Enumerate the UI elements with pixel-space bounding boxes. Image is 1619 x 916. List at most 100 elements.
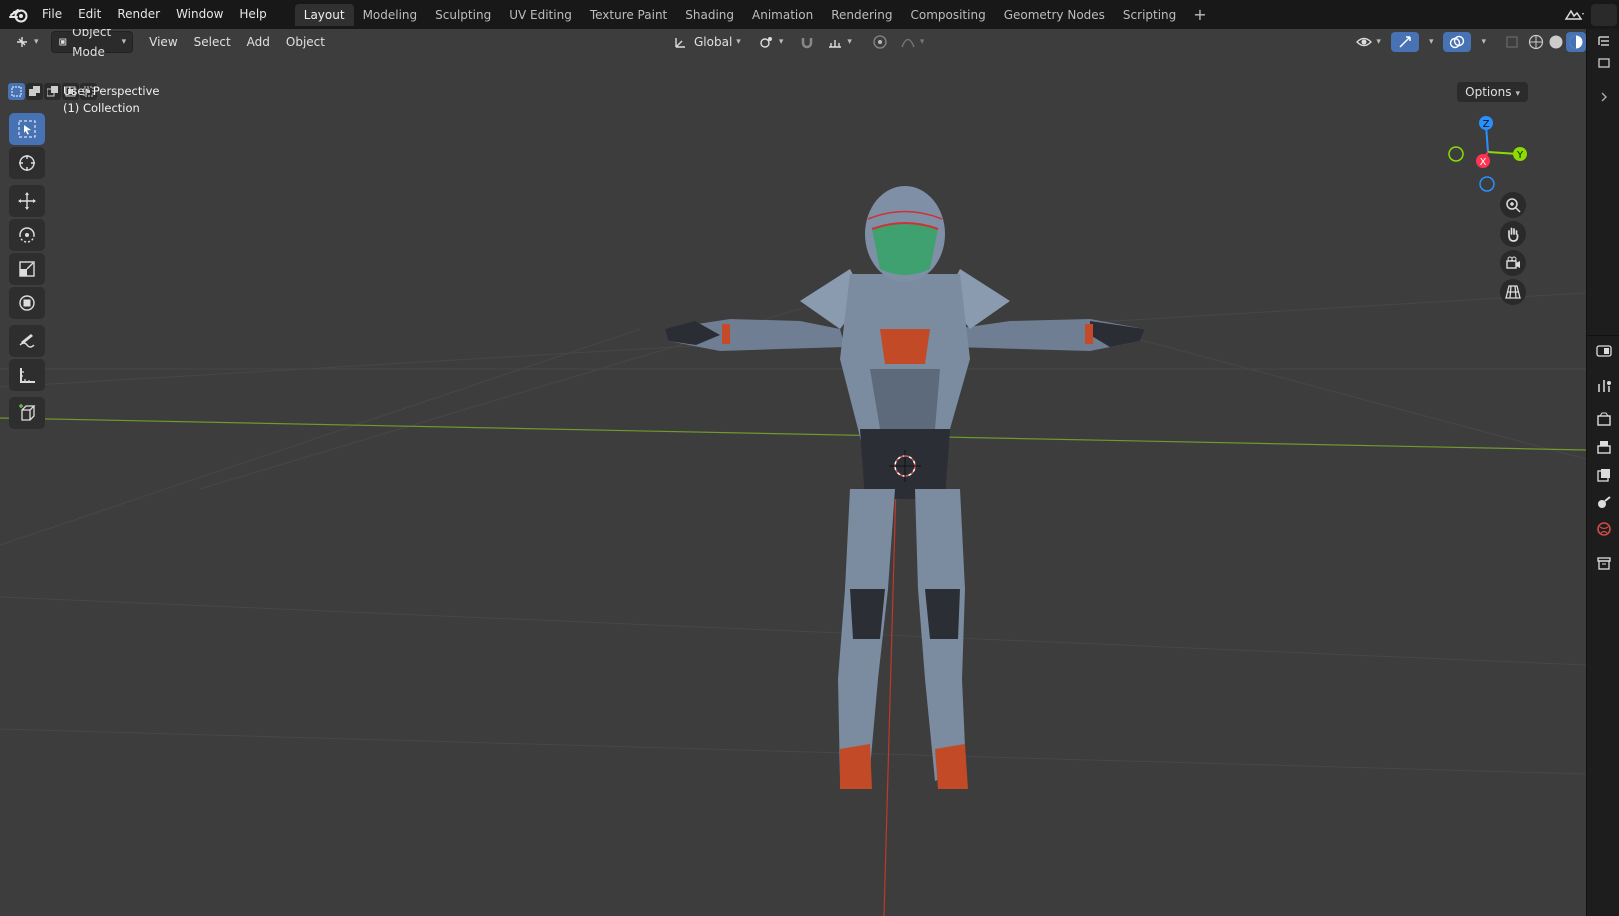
solid-icon: [1549, 35, 1563, 49]
options-label: Options: [1465, 85, 1512, 99]
cursor-tool[interactable]: [9, 147, 45, 179]
add-workspace-button[interactable]: +: [1185, 5, 1214, 24]
annotate-tool[interactable]: [9, 325, 45, 357]
neg-y-axis-handle: [1448, 146, 1464, 162]
falloff-dropdown[interactable]: ▾: [894, 32, 931, 52]
editor-type-button[interactable]: ▾: [8, 32, 45, 52]
view-menu[interactable]: View: [143, 32, 183, 52]
gizmos-dropdown[interactable]: ▾: [1419, 32, 1440, 52]
proportional-editing-toggle[interactable]: [866, 32, 894, 52]
pivot-point-dropdown[interactable]: ▾: [753, 32, 790, 52]
menu-help[interactable]: Help: [231, 0, 274, 29]
visibility-dropdown[interactable]: ▾: [1350, 32, 1387, 52]
shading-solid[interactable]: [1546, 32, 1566, 52]
menu-file[interactable]: File: [34, 0, 70, 29]
measure-icon: [20, 368, 35, 383]
neg-z-axis-handle: [1479, 176, 1495, 192]
camera-icon[interactable]: [1500, 250, 1526, 276]
menu-window[interactable]: Window: [168, 0, 231, 29]
scene-name-field[interactable]: [1591, 3, 1617, 26]
view-layer-properties-icon[interactable]: [1587, 463, 1619, 487]
x-axis-label: X: [1480, 157, 1487, 168]
add-cube-tool[interactable]: [9, 397, 45, 429]
world-properties-icon[interactable]: [1587, 517, 1619, 541]
tab-layout[interactable]: Layout: [294, 3, 354, 26]
cursor-icon: [19, 155, 35, 171]
tab-shading[interactable]: Shading: [676, 4, 743, 26]
viewport-header: ▾ Object Mode ▾ View Select Add Object G…: [0, 29, 1586, 59]
viewport-info: User Perspective (1) Collection: [63, 83, 159, 117]
menu-render[interactable]: Render: [109, 0, 168, 29]
tab-compositing[interactable]: Compositing: [901, 4, 994, 26]
select-box-icon: [18, 120, 36, 138]
mode-dropdown[interactable]: Object Mode ▾: [50, 29, 134, 59]
measure-tool[interactable]: [9, 359, 45, 391]
3d-viewport[interactable]: ▾ Object Mode ▾ View Select Add Object G…: [0, 29, 1586, 916]
scene-selector: [1557, 0, 1619, 29]
scene-icon[interactable]: [1557, 4, 1591, 26]
rotate-tool[interactable]: [9, 219, 45, 251]
proportional-icon: [873, 35, 887, 49]
options-dropdown[interactable]: Options ▾: [1457, 82, 1528, 102]
tab-animation[interactable]: Animation: [743, 4, 822, 26]
add-menu[interactable]: Add: [241, 32, 276, 52]
magnet-icon: [802, 38, 813, 49]
output-properties-icon[interactable]: [1587, 435, 1619, 459]
tab-texture-paint[interactable]: Texture Paint: [581, 4, 676, 26]
overlays-toggle[interactable]: [1443, 32, 1472, 52]
properties-tab-strip: [1586, 29, 1619, 916]
object-menu[interactable]: Object: [280, 32, 331, 52]
tool-properties-icon[interactable]: [1587, 374, 1619, 398]
tab-rendering[interactable]: Rendering: [822, 4, 901, 26]
material-preview-icon: [1569, 35, 1583, 49]
select-menu[interactable]: Select: [188, 32, 237, 52]
snap-toggle[interactable]: [793, 32, 821, 52]
gizmo-icon: [1399, 36, 1411, 48]
editor-type-icon: [17, 37, 27, 47]
scene-properties-icon[interactable]: [1587, 490, 1619, 514]
blender-logo-icon[interactable]: [4, 0, 34, 29]
zoom-icon[interactable]: [1500, 192, 1526, 218]
tab-modeling[interactable]: Modeling: [354, 4, 427, 26]
eye-icon: [1356, 37, 1373, 47]
overlays-icon: [1450, 35, 1465, 49]
snap-target-dropdown[interactable]: ▾: [821, 32, 858, 52]
xray-toggle[interactable]: [1498, 32, 1526, 52]
annotate-icon: [19, 334, 35, 348]
transform-orientation-dropdown[interactable]: Global ▾: [667, 32, 747, 52]
grid-icon[interactable]: [1500, 279, 1526, 305]
shading-material[interactable]: [1566, 32, 1586, 52]
orientation-label: Global: [694, 35, 733, 49]
select-extend-icon[interactable]: [26, 83, 43, 100]
y-axis-label: Y: [1516, 150, 1524, 161]
shading-wireframe[interactable]: [1526, 32, 1546, 52]
scale-tool[interactable]: [9, 253, 45, 285]
tab-geometry-nodes[interactable]: Geometry Nodes: [995, 4, 1114, 26]
transform-tool[interactable]: [9, 287, 45, 319]
outliner-filter-icon[interactable]: [1587, 51, 1619, 75]
overlays-dropdown[interactable]: ▾: [1471, 32, 1492, 52]
properties-editor-icon[interactable]: [1587, 339, 1619, 363]
xray-icon: [1506, 36, 1518, 48]
navigation-buttons: [1500, 192, 1528, 308]
sidebar-toggle-icon[interactable]: [1587, 85, 1619, 109]
navigation-gizmo[interactable]: Z Y X: [1448, 112, 1528, 192]
select-subtract-icon[interactable]: [44, 83, 61, 100]
collection-properties-icon[interactable]: [1587, 551, 1619, 575]
select-new-icon[interactable]: [8, 83, 25, 100]
wireframe-icon: [1528, 34, 1544, 50]
y-axis-line: [0, 417, 1586, 451]
add-cube-icon: [19, 404, 36, 421]
object-mode-icon: [58, 38, 66, 46]
orientation-icon: [675, 38, 685, 48]
character-model: [665, 186, 1145, 789]
tab-sculpting[interactable]: Sculpting: [426, 4, 500, 26]
gizmos-toggle[interactable]: [1390, 32, 1419, 52]
menu-edit[interactable]: Edit: [70, 0, 109, 29]
move-tool[interactable]: [9, 185, 45, 217]
select-box-tool[interactable]: [9, 113, 45, 145]
tab-uv-editing[interactable]: UV Editing: [500, 4, 581, 26]
tab-scripting[interactable]: Scripting: [1114, 4, 1185, 26]
render-properties-icon[interactable]: [1587, 407, 1619, 431]
hand-icon[interactable]: [1500, 221, 1526, 247]
